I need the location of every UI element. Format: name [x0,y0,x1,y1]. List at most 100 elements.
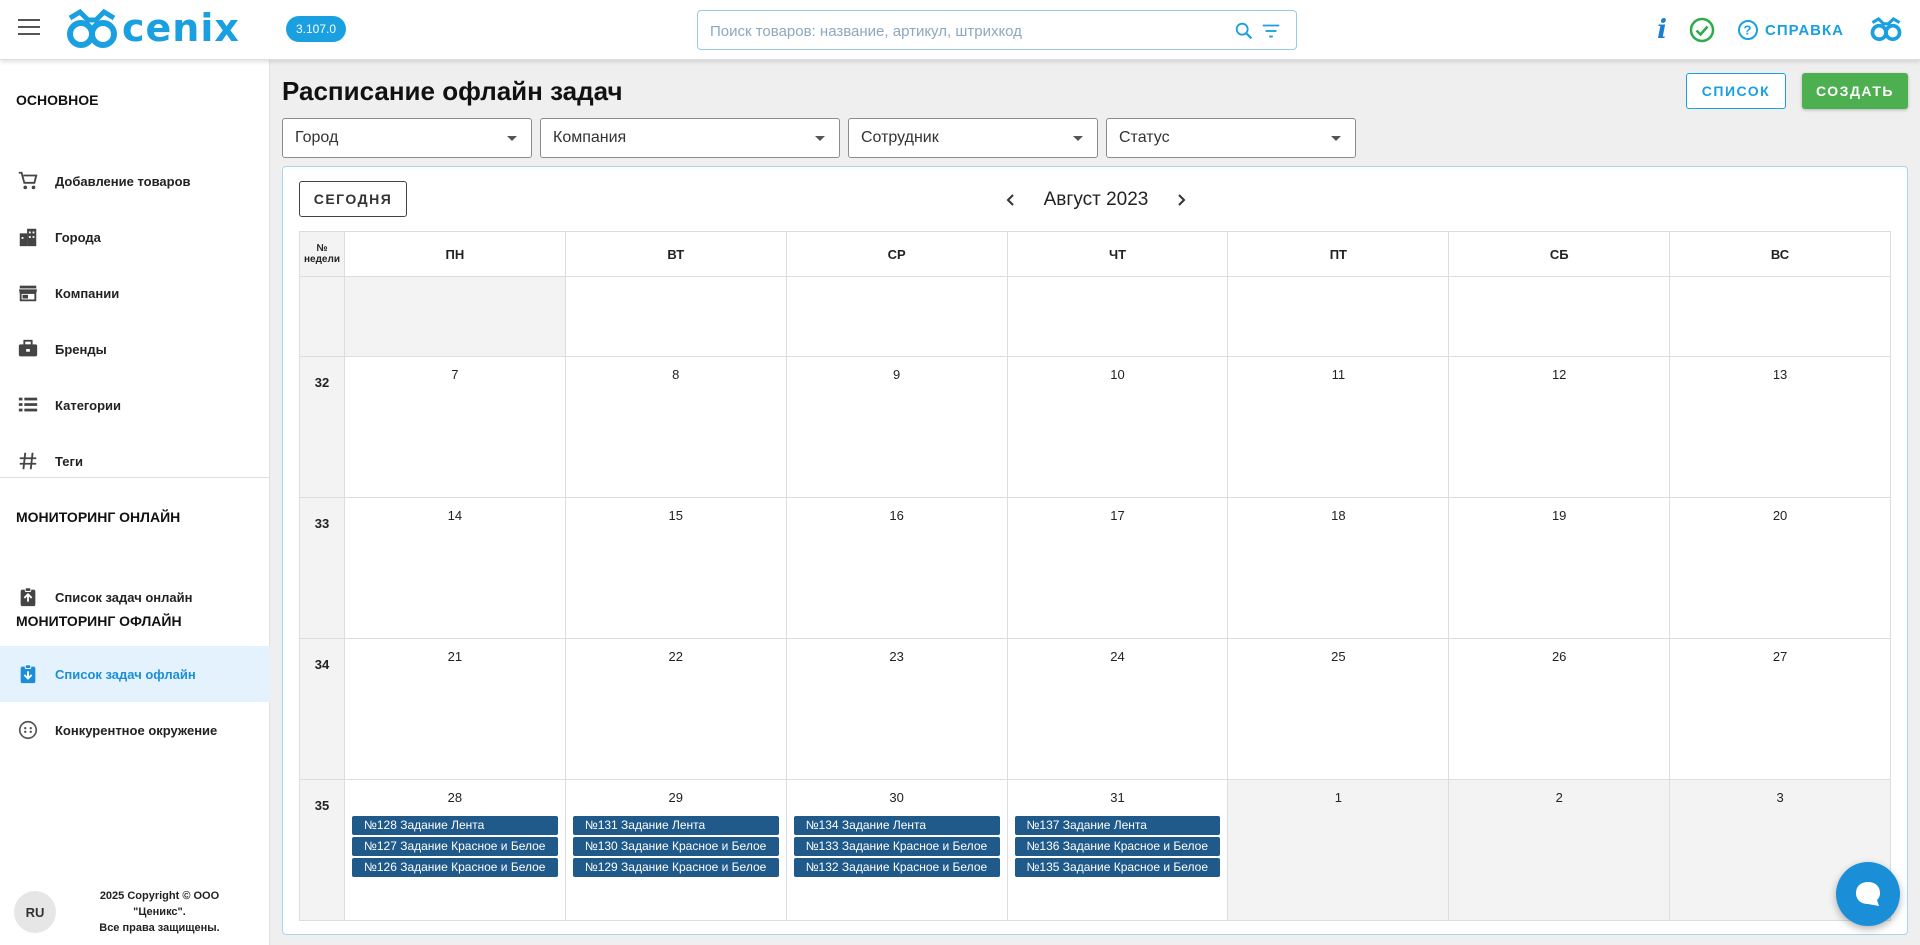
chat-button[interactable] [1836,862,1900,926]
calendar-day-cell[interactable]: 21 [344,639,566,780]
help-link[interactable]: ? СПРАВКА [1737,19,1844,41]
filter-icon[interactable] [1260,20,1282,42]
calendar-week-row: 35 28 №128 Задание Лента №127 Задание Красн… [300,780,1891,921]
calendar-day-cell[interactable]: 26 [1449,639,1671,780]
day-number: 21 [447,649,463,664]
weekday-header: ПТ [1228,232,1450,277]
today-button[interactable]: СЕГОДНЯ [299,181,407,217]
sidebar-item-categories[interactable]: Категории [0,377,270,433]
calendar-day-cell[interactable]: 17 [1007,498,1229,639]
sidebar-item-add-products[interactable]: Добавление товаров [0,153,270,209]
calendar-event[interactable]: №128 Задание Лента [351,816,558,835]
filter-company[interactable]: Компания [540,118,840,158]
calendar-day-cell[interactable]: 8 [565,357,787,498]
calendar-day-cell[interactable]: 29 №131 Задание Лента №130 Задание Красное… [565,780,787,921]
calendar-event[interactable]: №136 Задание Красное и Белое [1014,837,1221,856]
calendar-day-cell[interactable]: 31 №137 Задание Лента №136 Задание Красное… [1007,780,1229,921]
info-icon[interactable]: i [1657,15,1667,45]
calendar-day-cell[interactable]: 25 [1228,639,1450,780]
prev-month-button[interactable] [998,187,1024,213]
list-view-button[interactable]: СПИСОК [1686,73,1786,109]
calendar-day-cell[interactable]: 18 [1228,498,1450,639]
calendar-day-cell[interactable]: 7 [344,357,566,498]
sidebar-item-tags[interactable]: Теги [0,433,270,489]
sidebar-item-label: Бренды [55,341,107,357]
language-switcher[interactable]: RU [14,891,56,933]
calendar-day-cell[interactable] [1449,277,1671,357]
calendar-event[interactable]: №126 Задание Красное и Белое [351,858,558,877]
calendar-day-cell[interactable] [344,277,566,357]
sidebar-item-label: Список задач офлайн [55,666,196,682]
briefcase-icon [16,337,40,361]
calendar-day-cell[interactable]: 19 [1449,498,1671,639]
sidebar-item-competitive-environment[interactable]: Конкурентное окружение [0,702,270,758]
calendar-day-cell[interactable] [1228,277,1450,357]
month-label: Август 2023 [1043,189,1149,210]
sidebar-item-offline-tasks[interactable]: Список задач офлайн [0,646,270,702]
event-list: №137 Задание Лента №136 Задание Красное и… [1014,816,1221,879]
week-number: 34 [314,657,330,672]
calendar-week-row [300,277,1891,357]
calendar-event[interactable]: №134 Задание Лента [793,816,1000,835]
calendar-day-cell[interactable] [1007,277,1229,357]
calendar-day-cell[interactable]: 15 [565,498,787,639]
calendar-day-cell[interactable] [786,277,1008,357]
search-icon[interactable] [1233,20,1255,42]
menu-icon[interactable] [18,19,40,37]
calendar-day-cell[interactable] [1670,277,1891,357]
clipboard-icon [16,585,40,609]
profile-logo-icon[interactable] [1870,15,1902,45]
calendar-day-cell[interactable]: 20 [1670,498,1891,639]
calendar-event[interactable]: №129 Задание Красное и Белое [572,858,779,877]
calendar-day-cell[interactable]: 23 [786,639,1008,780]
calendar-event[interactable]: №131 Задание Лента [572,816,779,835]
filter-label: Компания [553,129,627,146]
search-input[interactable] [710,20,1210,42]
sidebar-item-brands[interactable]: Бренды [0,321,270,377]
create-button[interactable]: СОЗДАТЬ [1802,73,1908,109]
sidebar-item-label: Города [55,229,101,245]
calendar-day-cell[interactable]: 22 [565,639,787,780]
logo[interactable]: cenix [66,6,240,52]
chevron-down-icon [1331,136,1341,141]
calendar-event[interactable]: №127 Задание Красное и Белое [351,837,558,856]
sidebar-item-companies[interactable]: Компании [0,265,270,321]
calendar-week-row: 34 21 22 23 24 25 26 27 [300,639,1891,780]
sidebar-item-label: Конкурентное окружение [55,722,218,738]
calendar-event[interactable]: №130 Задание Красное и Белое [572,837,779,856]
calendar-day-cell[interactable]: 1 [1228,780,1450,921]
calendar-event[interactable]: №135 Задание Красное и Белое [1014,858,1221,877]
calendar-day-cell[interactable]: 14 [344,498,566,639]
sidebar-footer: RU 2025 Copyright © ООО "Ценикс". Все пр… [14,888,247,936]
calendar-day-cell[interactable]: 28 №128 Задание Лента №127 Задание Красное… [344,780,566,921]
version-badge: 3.107.0 [286,16,347,42]
filter-employee[interactable]: Сотрудник [848,118,1098,158]
calendar-day-cell[interactable]: 24 [1007,639,1229,780]
calendar-day-cell[interactable]: 10 [1007,357,1229,498]
calendar-event[interactable]: №132 Задание Красное и Белое [793,858,1000,877]
week-number: 35 [314,798,330,813]
logo-mark-icon [67,8,117,48]
filter-status[interactable]: Статус [1106,118,1356,158]
calendar-day-cell[interactable]: 12 [1449,357,1671,498]
section-title-main: ОСНОВНОЕ [16,92,99,108]
city-icon [16,225,40,249]
week-number-cell [300,277,345,357]
calendar-event[interactable]: №137 Задание Лента [1014,816,1221,835]
calendar-day-cell[interactable]: 13 [1670,357,1891,498]
calendar-day-cell[interactable]: 9 [786,357,1008,498]
sidebar-item-label: Теги [55,453,83,469]
filter-city[interactable]: Город [282,118,532,158]
calendar-event[interactable]: №133 Задание Красное и Белое [793,837,1000,856]
day-number: 16 [889,508,904,523]
day-number: 30 [889,790,904,805]
calendar-day-cell[interactable] [565,277,787,357]
calendar-day-cell[interactable]: 27 [1670,639,1891,780]
calendar-day-cell[interactable]: 11 [1228,357,1450,498]
sidebar-item-cities[interactable]: Города [0,209,270,265]
next-month-button[interactable] [1168,187,1194,213]
calendar-day-cell[interactable]: 2 [1449,780,1671,921]
calendar-day-cell[interactable]: 16 [786,498,1008,639]
status-ok-icon[interactable] [1689,17,1715,43]
calendar-day-cell[interactable]: 30 №134 Задание Лента №133 Задание Красное… [786,780,1008,921]
